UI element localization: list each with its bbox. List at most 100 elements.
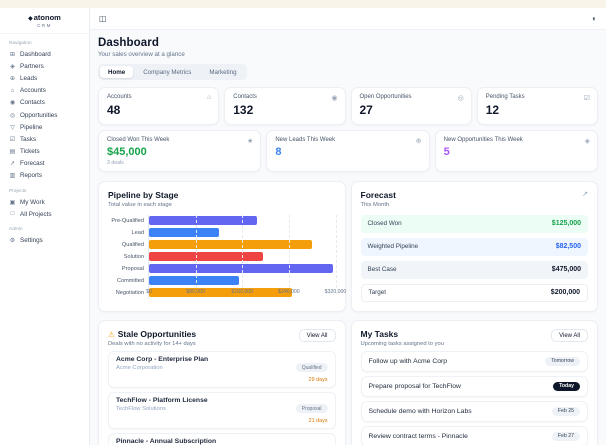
forecast-value: $82,500: [555, 243, 581, 250]
theme-toggle-icon[interactable]: ◐: [592, 14, 597, 23]
sparkle-icon: ◈: [584, 138, 590, 145]
forecast-row-best-case: Best Case $475,000: [360, 260, 588, 279]
trophy-icon: ★: [247, 138, 254, 145]
stat-label: Pending Tasks: [485, 94, 525, 100]
tab-home[interactable]: Home: [100, 66, 134, 78]
sidebar-item-label: Settings: [20, 237, 43, 245]
card-label: New Leads This Week: [275, 137, 336, 143]
forecast-value: $475,000: [551, 266, 581, 273]
stat-card-open-opportunities: Open Opportunities 27 ◎: [350, 87, 472, 125]
sidebar-item-reports[interactable]: ▥ Reports: [0, 170, 89, 182]
leads-icon: ⊕: [9, 75, 16, 82]
reports-icon: ▥: [9, 173, 16, 180]
tickets-icon: ▤: [9, 149, 16, 156]
card-subtext: 3 deals: [107, 160, 124, 166]
forecast-row-closed-won: Closed Won $125,000: [360, 214, 588, 233]
sidebar-item-my-work[interactable]: ▣ My Work: [0, 196, 89, 208]
top-accent-strip: [0, 0, 606, 8]
stale-item-techflow[interactable]: TechFlow - Platform License TechFlow Sol…: [108, 391, 336, 429]
folder-icon: □: [10, 211, 15, 218]
forecast-label: Target: [368, 289, 387, 296]
y-tick-label: Committed: [116, 277, 144, 284]
card-label: Closed Won This Week: [107, 137, 170, 143]
sidebar: ◆atonom CRM Navigation ⊞ Dashboard ◈ Partn…: [0, 8, 90, 445]
sidebar-toggle-icon[interactable]: ◫: [99, 14, 107, 23]
dashboard-icon: ⊞: [9, 51, 16, 58]
task-item-review-contract[interactable]: Review contract terms - Pinnacle Feb 27: [360, 425, 588, 445]
brand-logo: ◆atonom CRM: [0, 13, 89, 34]
sidebar-item-accounts[interactable]: ⌂ Accounts: [0, 85, 89, 97]
due-badge: Tomorrow: [545, 356, 580, 366]
opportunity-name: Acme Corp - Enterprise Plan: [116, 355, 209, 363]
card-value: 8: [275, 146, 282, 158]
sidebar-item-tasks[interactable]: ☑ Tasks: [0, 133, 89, 145]
sidebar-item-opportunities[interactable]: ◎ Opportunities: [0, 109, 89, 121]
tasks-icon: ☑: [9, 136, 16, 143]
y-tick-label: Pre-Qualified: [111, 217, 144, 224]
bar-proposal: [149, 264, 333, 273]
sidebar-item-label: Contacts: [20, 99, 45, 107]
sidebar-item-label: Reports: [20, 172, 43, 180]
y-tick-label: Negotiation: [115, 289, 144, 296]
sidebar-item-partners[interactable]: ◈ Partners: [0, 60, 89, 72]
stale-item-pinnacle[interactable]: Pinnacle - Annual Subscription Pinnacle …: [108, 432, 336, 445]
checklist-icon: ☑: [583, 95, 590, 102]
gridline: [195, 214, 197, 288]
sidebar-item-leads[interactable]: ⊕ Leads: [0, 72, 89, 84]
sidebar-section-navigation: Navigation: [9, 41, 32, 46]
logo-icon: ◆: [28, 16, 33, 22]
dashboard-tabs: Home Company Metrics Marketing: [98, 64, 247, 80]
stale-view-all-button[interactable]: View All: [298, 329, 336, 342]
bar-solution: [149, 252, 263, 261]
bar-lead: [149, 228, 219, 237]
sidebar-item-all-projects[interactable]: □ All Projects: [0, 208, 89, 220]
task-item-prepare-proposal[interactable]: Prepare proposal for TechFlow Today: [360, 375, 588, 397]
sidebar-item-contacts[interactable]: ◉ Contacts: [0, 97, 89, 109]
pipeline-icon: ▽: [10, 124, 15, 131]
sidebar-item-label: All Projects: [20, 210, 52, 218]
forecast-value: $200,000: [550, 289, 580, 296]
x-tick-label: $160,000: [231, 288, 254, 295]
gear-icon: ⚙: [9, 238, 16, 245]
stat-value: 48: [107, 103, 121, 117]
topbar: ◫ ◐: [90, 8, 606, 30]
stat-cards-row: Accounts 48 ⌂ Contacts 132 ◉ Open Opport…: [98, 87, 598, 125]
sidebar-item-dashboard[interactable]: ⊞ Dashboard: [0, 48, 89, 60]
tab-marketing[interactable]: Marketing: [201, 66, 244, 78]
forecast-label: Best Case: [367, 266, 397, 273]
sidebar-item-pipeline[interactable]: ▽ Pipeline: [0, 121, 89, 133]
sidebar-item-forecast[interactable]: ↗ Forecast: [0, 158, 89, 170]
bar-pre-qualified: [149, 216, 257, 225]
sidebar-item-label: Dashboard: [20, 50, 51, 58]
sidebar-item-label: My Work: [20, 198, 45, 206]
stat-card-accounts: Accounts 48 ⌂: [98, 87, 220, 125]
sidebar-item-tickets[interactable]: ▤ Tickets: [0, 146, 89, 158]
tab-company-metrics[interactable]: Company Metrics: [135, 66, 199, 78]
panel-subtitle: Upcoming tasks assigned to you: [360, 340, 444, 347]
y-tick-label: Proposal: [121, 265, 144, 272]
my-tasks-panel: My Tasks Upcoming tasks assigned to you …: [350, 320, 598, 445]
task-item-schedule-demo[interactable]: Schedule demo with Horizon Labs Feb 25: [360, 400, 588, 422]
task-item-follow-up-acme[interactable]: Follow up with Acme Corp Tomorrow: [360, 350, 588, 372]
forecast-icon: ↗: [9, 161, 16, 168]
sidebar-item-settings[interactable]: ⚙ Settings: [0, 234, 89, 246]
sidebar-item-label: Accounts: [20, 87, 46, 95]
users-icon: ◉: [331, 95, 338, 102]
panel-title: My Tasks: [360, 329, 399, 339]
stale-item-acme[interactable]: Acme Corp - Enterprise Plan Acme Corpora…: [108, 350, 336, 388]
opportunity-company: TechFlow Solutions: [116, 405, 166, 412]
bar-committed: [149, 276, 240, 285]
card-closed-won-week: Closed Won This Week $45,000 3 deals ★: [98, 130, 262, 172]
stale-days: 29 days: [308, 376, 328, 383]
sidebar-item-label: Partners: [20, 62, 44, 70]
due-badge: Feb 27: [551, 431, 580, 441]
forecast-panel: Forecast This Month ↗ Closed Won $125,00…: [350, 181, 598, 312]
stat-label: Accounts: [107, 94, 132, 100]
due-badge: Feb 25: [551, 406, 580, 416]
tasks-view-all-button[interactable]: View All: [551, 329, 588, 342]
sidebar-item-label: Forecast: [20, 160, 45, 168]
sidebar-item-label: Opportunities: [20, 111, 58, 119]
chart-plot-area: $0 $80,000 $160,000 $240,000 $320,000: [146, 214, 346, 299]
card-value: 5: [443, 146, 450, 158]
panel-subtitle: This Month: [360, 201, 390, 208]
